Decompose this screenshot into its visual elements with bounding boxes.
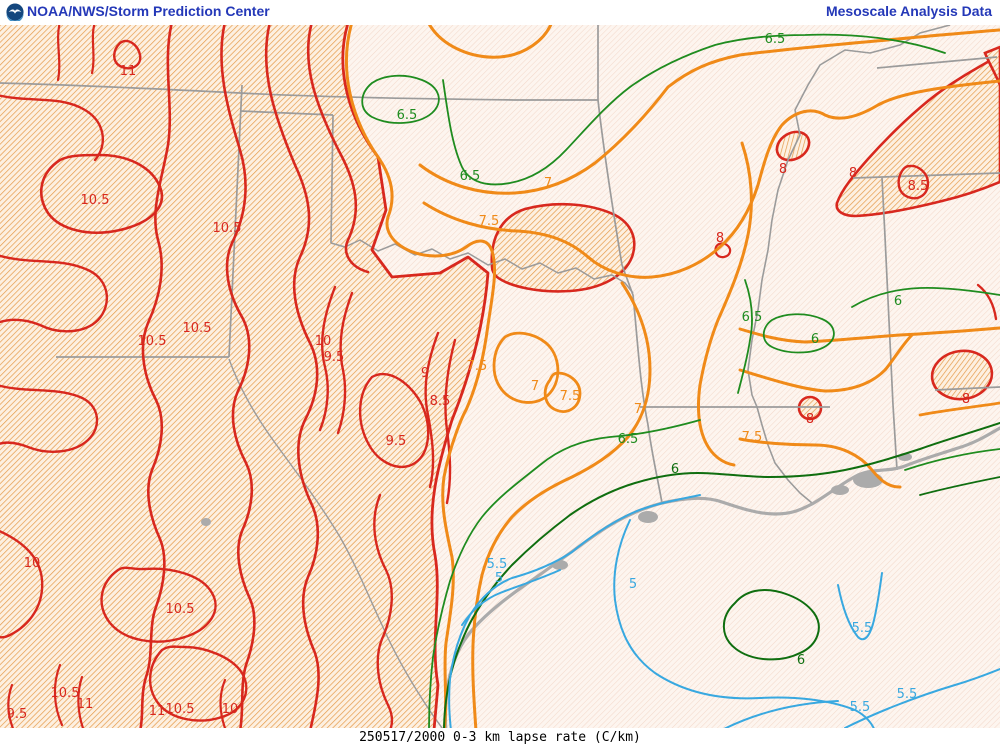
contour-label-7.5: 7.5 xyxy=(560,389,581,404)
contour-label-6: 6 xyxy=(671,462,679,477)
contour-label-5: 5 xyxy=(495,571,503,586)
contour-label-5.5: 5.5 xyxy=(487,557,508,572)
contour-label-6: 6 xyxy=(811,332,819,347)
contour-label-9.5: 9.5 xyxy=(324,350,345,365)
contour-label-5.5: 5.5 xyxy=(897,687,918,702)
contour-label-8: 8 xyxy=(806,412,814,427)
contour-label-11: 11 xyxy=(149,704,166,719)
contour-label-7: 7 xyxy=(544,176,552,191)
contour-label-7: 7 xyxy=(634,402,642,417)
contour-label-8: 8 xyxy=(849,166,857,181)
contour-label-7.5: 7.5 xyxy=(742,430,763,445)
map-container: 1110.510.510.510.5109.598.59.51010.510.5… xyxy=(0,25,1000,728)
contour-label-8: 8 xyxy=(962,392,970,407)
contour-label-8.5: 8.5 xyxy=(908,179,929,194)
contour-label-9: 9 xyxy=(421,366,429,381)
noaa-logo-icon xyxy=(6,3,24,21)
contour-label-11: 11 xyxy=(77,697,94,712)
contour-label-5: 5 xyxy=(629,577,637,592)
contour-label-6: 6 xyxy=(797,653,805,668)
contour-label-6.5: 6.5 xyxy=(618,432,639,447)
lake xyxy=(638,511,658,523)
contour-label-6.5: 6.5 xyxy=(765,32,786,47)
contour-label-10: 10 xyxy=(222,702,239,717)
contour-label-7: 7 xyxy=(531,379,539,394)
contour-label-5.5: 5.5 xyxy=(850,700,871,715)
hatch-region xyxy=(492,204,635,291)
contour-label-10.5: 10.5 xyxy=(213,221,242,236)
contour-label-5.5: 5.5 xyxy=(852,621,873,636)
contour-label-10.5: 10.5 xyxy=(138,334,167,349)
contour-label-6: 6 xyxy=(894,294,902,309)
contour-label-6.5: 6.5 xyxy=(460,169,481,184)
lake xyxy=(831,485,849,495)
contour-label-10.5: 10.5 xyxy=(81,193,110,208)
header-right-title: Mesoscale Analysis Data xyxy=(826,3,992,19)
contour-label-7.5: 7.5 xyxy=(479,214,500,229)
contour-label-9.5: 9.5 xyxy=(386,434,407,449)
contour-label-10: 10 xyxy=(24,556,41,571)
contour-label-10.5: 10.5 xyxy=(51,686,80,701)
contour-label-8: 8 xyxy=(779,162,787,177)
contour-label-9.5: 9.5 xyxy=(7,707,28,722)
footer-bar: 250517/2000 0-3 km lapse rate (C/km) xyxy=(0,728,1000,750)
lake xyxy=(853,472,883,488)
contour-label-8: 8 xyxy=(716,231,724,246)
contour-label-10: 10 xyxy=(315,334,332,349)
contour-label-6.5: 6.5 xyxy=(742,310,763,325)
contour-label-10.5: 10.5 xyxy=(183,321,212,336)
contour-label-11: 11 xyxy=(120,64,137,79)
contour-label-10.5: 10.5 xyxy=(166,702,195,717)
lake xyxy=(201,518,211,526)
map-caption: 250517/2000 0-3 km lapse rate (C/km) xyxy=(359,730,641,745)
contour-label-8.5: 8.5 xyxy=(430,394,451,409)
contour-label-10.5: 10.5 xyxy=(166,602,195,617)
header-bar: NOAA/NWS/Storm Prediction Center Mesosca… xyxy=(0,0,1000,25)
header-left-title[interactable]: NOAA/NWS/Storm Prediction Center xyxy=(27,3,270,19)
contour-label-7.5: 7.5 xyxy=(467,359,488,374)
map-svg: 1110.510.510.510.5109.598.59.51010.510.5… xyxy=(0,25,1000,728)
contour-label-6.5: 6.5 xyxy=(397,108,418,123)
